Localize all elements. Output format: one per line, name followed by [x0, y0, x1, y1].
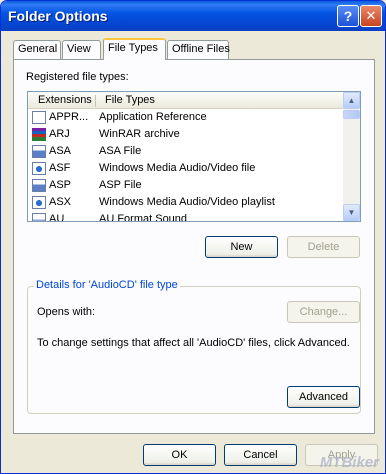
help-icon: ? [343, 8, 353, 24]
file-types-list[interactable]: Extensions File Types APPR... Applicatio… [27, 91, 361, 222]
chevron-up-icon: ▲ [347, 96, 356, 105]
list-item[interactable]: ASP ASP File [28, 177, 344, 194]
title-bar[interactable]: Folder Options ? ✕ [1, 1, 385, 31]
item-extension: ARJ [49, 128, 70, 140]
chevron-down-icon: ▼ [347, 208, 356, 217]
item-file-type: ASA File [99, 145, 142, 157]
item-file-type: AU Format Sound [99, 213, 188, 222]
sound-file-icon [32, 213, 46, 221]
tab-offline-files[interactable]: Offline Files [167, 40, 230, 59]
advanced-info-text: To change settings that affect all 'Audi… [37, 337, 350, 349]
item-file-type: WinRAR archive [99, 128, 180, 140]
close-icon: ✕ [365, 8, 377, 23]
list-item[interactable]: ARJ WinRAR archive [28, 126, 344, 143]
winrar-archive-icon [32, 128, 46, 141]
item-extension: AU [49, 213, 65, 222]
window-title: Folder Options [8, 8, 108, 24]
item-file-type: Application Reference [99, 111, 207, 123]
scroll-up-button[interactable]: ▲ [343, 92, 360, 109]
delete-button[interactable]: Delete [287, 236, 360, 258]
item-extension: ASX [49, 196, 72, 208]
folder-options-dialog: Folder Options ? ✕ General View File Typ… [0, 0, 386, 474]
details-group-title: Details for 'AudioCD' file type [34, 279, 180, 291]
item-file-type: Windows Media Audio/Video playlist [99, 196, 275, 208]
media-file-icon [32, 196, 46, 209]
generic-file-icon [32, 179, 46, 192]
list-item[interactable]: ASF Windows Media Audio/Video file [28, 160, 344, 177]
list-item[interactable]: ASA ASA File [28, 143, 344, 160]
new-button[interactable]: New [205, 236, 278, 258]
list-item[interactable]: AU AU Format Sound [28, 211, 344, 222]
tab-file-types[interactable]: File Types [103, 38, 166, 60]
media-file-icon [32, 162, 46, 175]
scroll-down-button[interactable]: ▼ [343, 204, 360, 221]
column-separator[interactable] [95, 95, 96, 107]
watermark-logo: MTBiker [319, 454, 379, 471]
file-types-panel: Registered file types: Extensions File T… [13, 59, 375, 434]
close-button[interactable]: ✕ [360, 5, 382, 27]
blank-document-icon [32, 111, 46, 124]
item-file-type: ASP File [99, 179, 142, 191]
ok-button[interactable]: OK [143, 444, 216, 466]
column-file-types[interactable]: File Types [105, 94, 155, 106]
list-item[interactable]: ASX Windows Media Audio/Video playlist [28, 194, 344, 211]
scroll-thumb[interactable] [343, 110, 360, 119]
column-extensions[interactable]: Extensions [38, 94, 92, 106]
item-extension: ASP [49, 179, 72, 191]
list-header: Extensions File Types [28, 92, 344, 109]
list-scrollbar[interactable]: ▲ ▼ [343, 92, 360, 221]
tab-view[interactable]: View [62, 40, 101, 59]
item-extension: ASF [49, 162, 71, 174]
list-item[interactable]: APPR... Application Reference [28, 109, 344, 126]
opens-with-label: Opens with: [37, 306, 96, 318]
help-button[interactable]: ? [337, 5, 359, 27]
item-extension: APPR... [49, 111, 89, 123]
registered-file-types-label: Registered file types: [26, 71, 129, 83]
item-extension: ASA [49, 145, 72, 157]
advanced-button[interactable]: Advanced [287, 386, 360, 408]
item-file-type: Windows Media Audio/Video file [99, 162, 256, 174]
change-button[interactable]: Change... [287, 301, 360, 323]
cancel-button[interactable]: Cancel [224, 444, 297, 466]
tab-general[interactable]: General [13, 40, 61, 59]
details-group: Details for 'AudioCD' file type Opens wi… [27, 279, 361, 414]
generic-file-icon [32, 145, 46, 158]
